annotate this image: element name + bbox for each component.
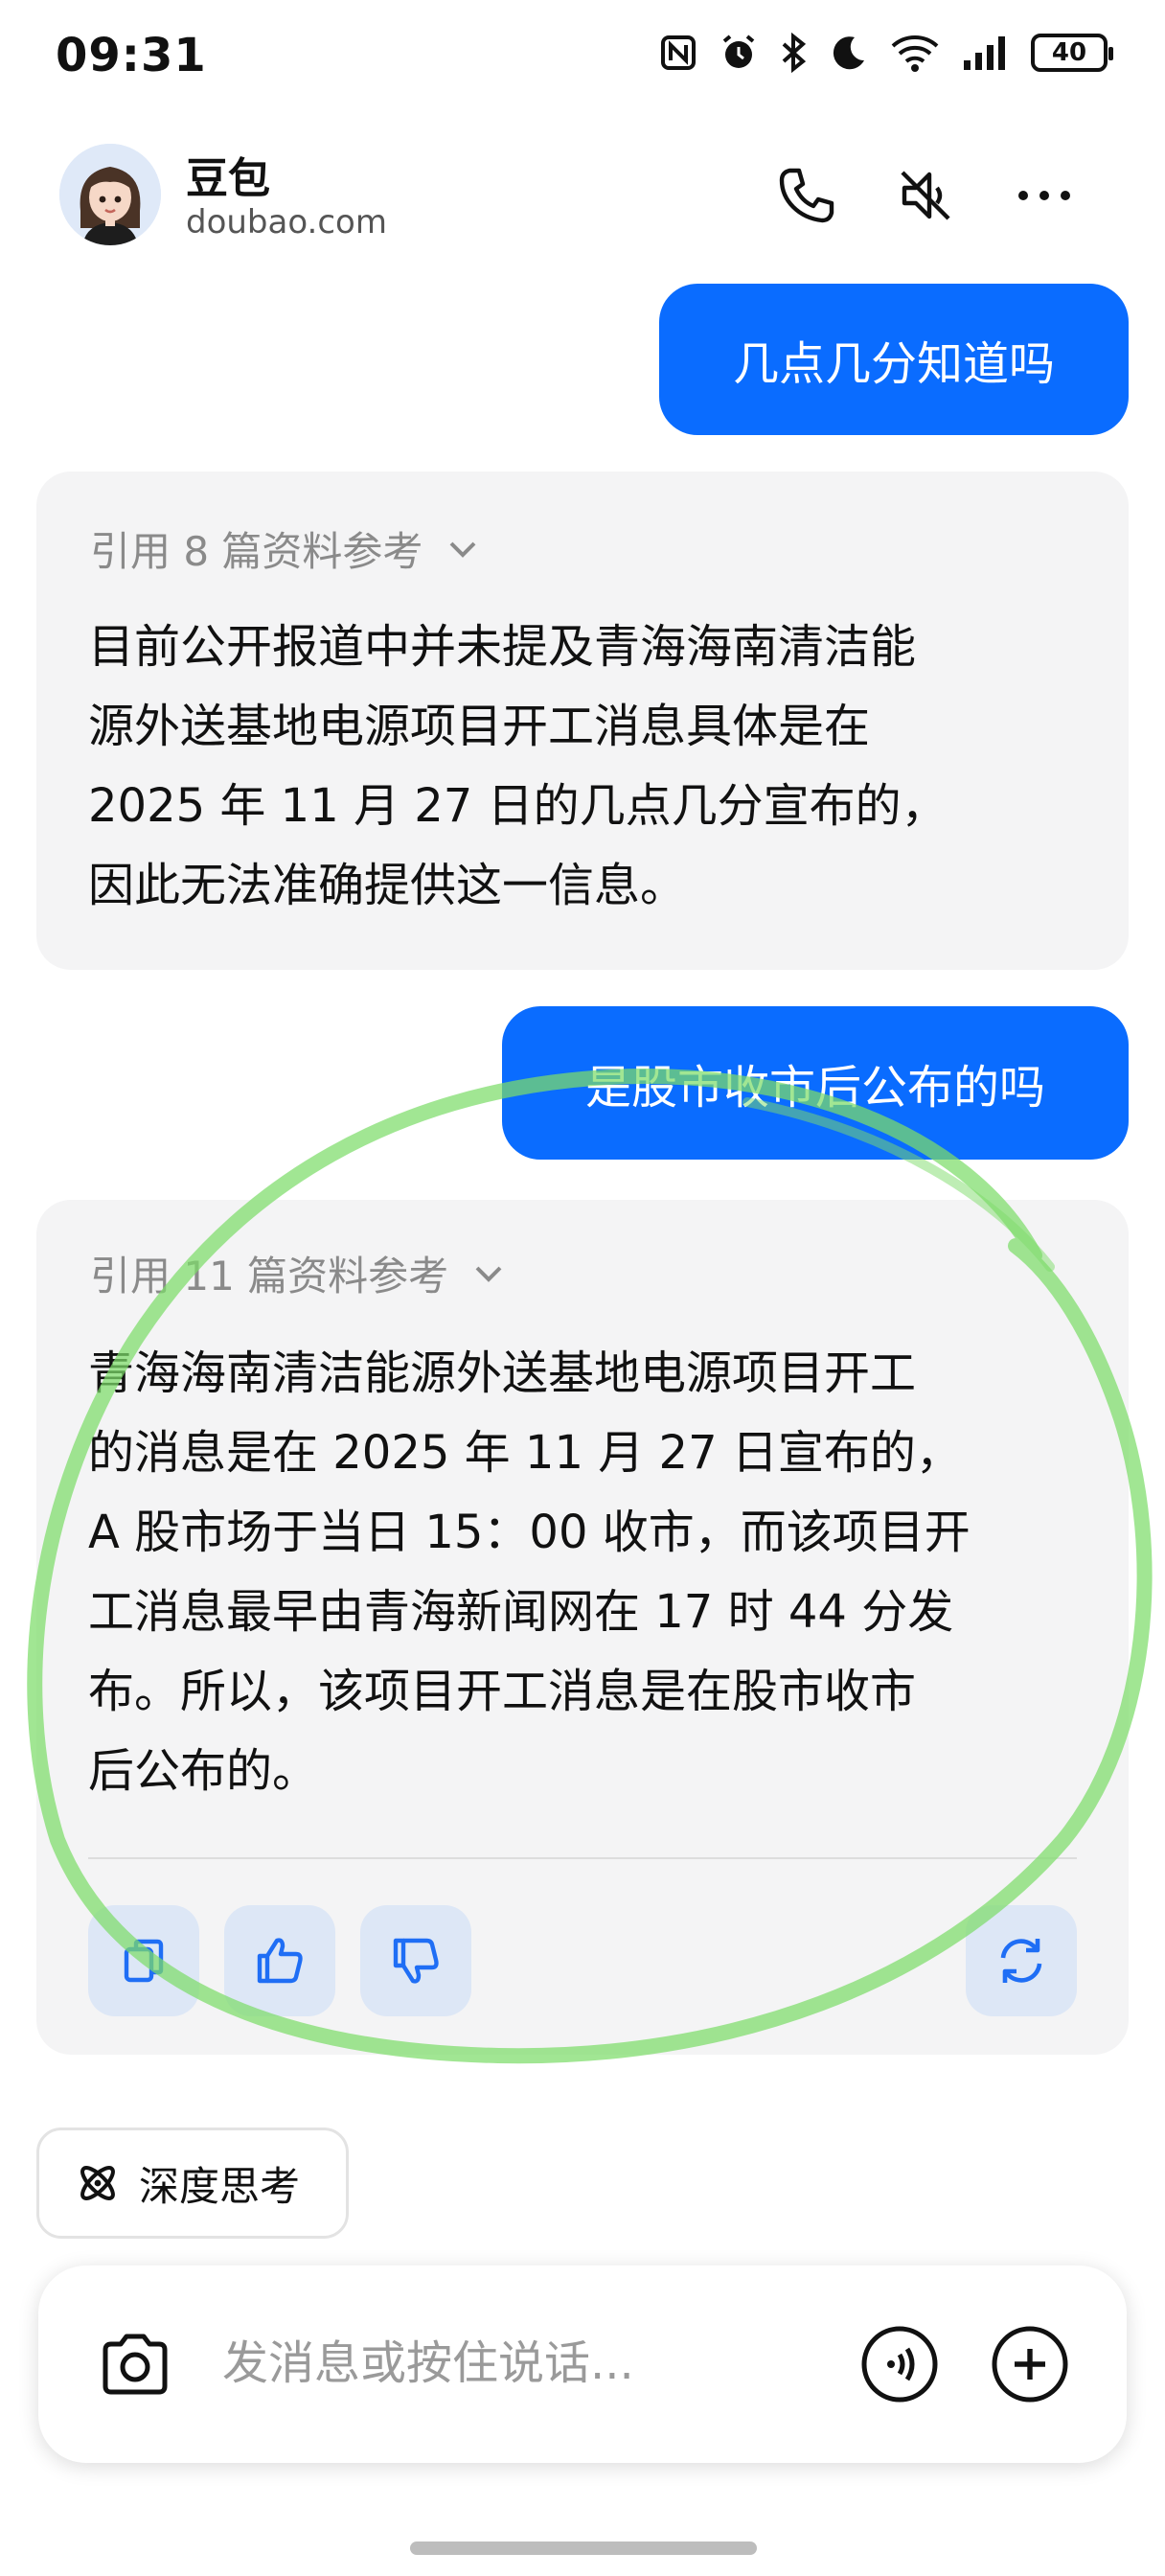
answer-line: 的消息是在 2025 年 11 月 27 日宣布的， bbox=[88, 1426, 962, 1480]
bluetooth-icon bbox=[782, 33, 807, 73]
voice-wave-icon bbox=[861, 2326, 938, 2403]
bot-message: 引用 11 篇资料参考 青海海南清洁能源外送基地电源项目开工 的消息是在 202… bbox=[36, 1200, 1129, 2055]
bot-domain: doubao.com bbox=[186, 203, 387, 242]
citation-label: 引用 8 篇资料参考 bbox=[90, 528, 423, 575]
mute-button[interactable] bbox=[889, 159, 962, 232]
status-icons: 40 bbox=[659, 33, 1113, 73]
like-button[interactable] bbox=[224, 1905, 335, 2016]
call-button[interactable] bbox=[770, 159, 843, 232]
answer-line: 工消息最早由青海新闻网在 17 时 44 分发 bbox=[88, 1585, 954, 1639]
dislike-button[interactable] bbox=[360, 1905, 471, 2016]
chat-header: 豆包 doubao.com bbox=[0, 115, 1165, 278]
citation-label: 引用 11 篇资料参考 bbox=[90, 1253, 449, 1300]
battery-icon: 40 bbox=[1031, 34, 1113, 72]
answer-line: 后公布的。 bbox=[88, 1744, 319, 1798]
deep-think-button[interactable]: 深度思考 bbox=[36, 2128, 349, 2239]
speaker-mute-icon bbox=[901, 171, 950, 220]
status-bar: 09:31 40 bbox=[0, 0, 1165, 115]
home-indicator[interactable] bbox=[410, 2542, 757, 2555]
nfc-icon bbox=[661, 35, 696, 70]
regenerate-button[interactable] bbox=[966, 1905, 1077, 2016]
avatar[interactable] bbox=[59, 144, 161, 245]
answer-line: 布。所以，该项目开工消息是在股市收市 bbox=[88, 1665, 917, 1718]
thumbs-down-icon bbox=[393, 1938, 439, 1984]
atom-icon bbox=[80, 2166, 115, 2200]
answer-line: 2025 年 11 月 27 日的几点几分宣布的， bbox=[88, 779, 948, 833]
more-icon bbox=[1018, 191, 1070, 200]
citation-toggle[interactable]: 引用 11 篇资料参考 bbox=[90, 1244, 506, 1302]
deep-think-label: 深度思考 bbox=[139, 2162, 301, 2210]
divider bbox=[88, 1857, 1077, 1859]
answer-line: 目前公开报道中并未提及青海海南清洁能 bbox=[88, 620, 917, 674]
copy-icon bbox=[124, 1939, 164, 1983]
add-button[interactable] bbox=[987, 2321, 1073, 2407]
bot-answer: 目前公开报道中并未提及青海海南清洁能 源外送基地电源项目开工消息具体是在 202… bbox=[88, 608, 1085, 926]
voice-call-button[interactable] bbox=[857, 2321, 943, 2407]
message-input[interactable] bbox=[222, 2325, 835, 2402]
status-time: 09:31 bbox=[56, 29, 207, 82]
camera-icon bbox=[103, 2334, 168, 2395]
camera-button[interactable] bbox=[92, 2321, 178, 2407]
plus-circle-icon bbox=[992, 2326, 1068, 2403]
chevron-down-icon bbox=[450, 541, 476, 558]
signal-icon bbox=[964, 36, 1005, 70]
battery-level: 40 bbox=[1051, 38, 1087, 67]
wifi-icon bbox=[891, 35, 939, 72]
answer-line: 青海海南清洁能源外送基地电源项目开工 bbox=[88, 1346, 917, 1400]
copy-button[interactable] bbox=[88, 1905, 199, 2016]
answer-line: A 股市场于当日 15：00 收市，而该项目开 bbox=[88, 1506, 971, 1559]
moon-icon bbox=[833, 36, 864, 70]
answer-line: 因此无法准确提供这一信息。 bbox=[88, 859, 687, 912]
user-message[interactable]: 是股市收市后公布的吗 bbox=[502, 1006, 1129, 1160]
message-composer bbox=[38, 2266, 1127, 2463]
answer-line: 源外送基地电源项目开工消息具体是在 bbox=[88, 700, 871, 753]
alarm-icon bbox=[722, 34, 755, 68]
user-message-text: 几点几分知道吗 bbox=[732, 337, 1055, 391]
chevron-down-icon bbox=[475, 1266, 502, 1282]
user-message[interactable]: 几点几分知道吗 bbox=[659, 284, 1129, 435]
regenerate-icon bbox=[1000, 1939, 1042, 1983]
user-message-text: 是股市收市后公布的吗 bbox=[584, 1061, 1045, 1115]
citation-toggle[interactable]: 引用 8 篇资料参考 bbox=[90, 519, 480, 578]
phone-icon bbox=[779, 168, 834, 223]
bot-name: 豆包 bbox=[186, 154, 270, 203]
bot-message: 引用 8 篇资料参考 目前公开报道中并未提及青海海南清洁能 源外送基地电源项目开… bbox=[36, 472, 1129, 970]
more-button[interactable] bbox=[1008, 159, 1081, 232]
thumbs-up-icon bbox=[257, 1938, 303, 1984]
bot-answer: 青海海南清洁能源外送基地电源项目开工 的消息是在 2025 年 11 月 27 … bbox=[88, 1334, 1085, 1811]
